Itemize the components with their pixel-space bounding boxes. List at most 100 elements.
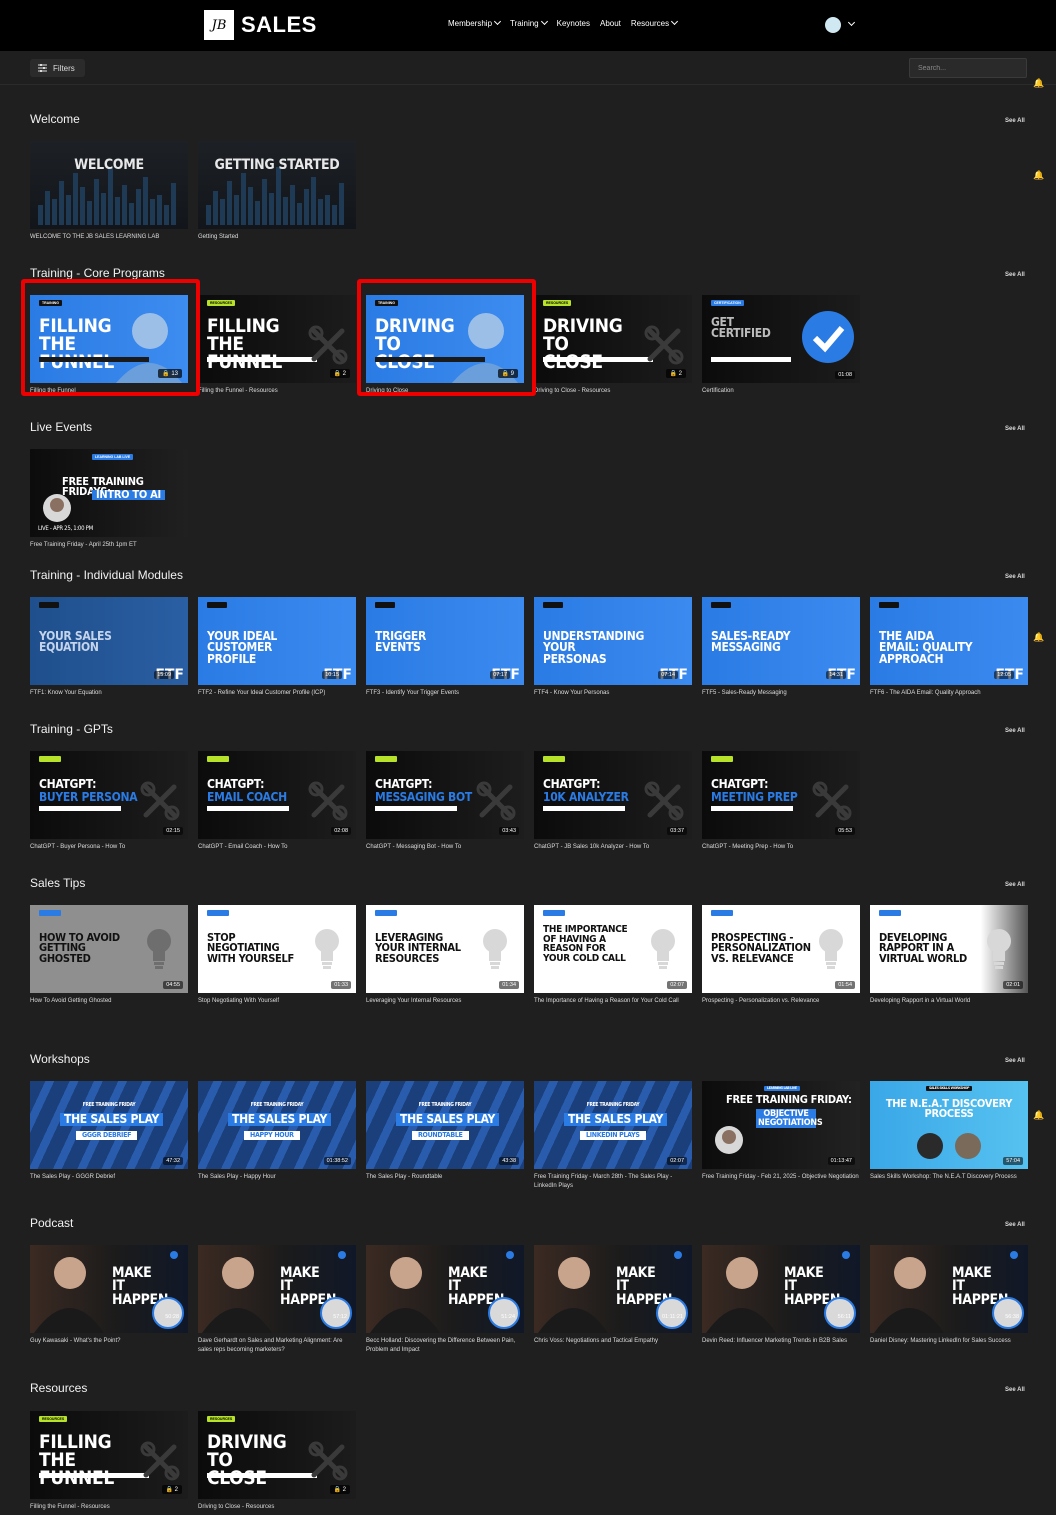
bell-icon[interactable]: 🔔 (1033, 632, 1044, 642)
card-thumbnail[interactable]: FREE TRAINING FRIDAY THE SALES PLAY ROUNDT… (366, 1081, 524, 1169)
card-thumbnail[interactable]: LEARNING LAB LIVE FREE TRAINING FRIDAY: OB… (702, 1081, 860, 1169)
card-thumbnail[interactable]: CERTIFICATION GET CERTIFIED 01:08 (702, 295, 860, 383)
card-thumbnail[interactable]: MAKE IT HAPPEN 01:11:21 (534, 1245, 692, 1333)
card-thumbnail[interactable]: TRIGGER EVENTSFTF07:17 (366, 597, 524, 685)
card-thumbnail[interactable]: WELCOME (30, 141, 188, 229)
content-card[interactable]: YOUR IDEAL CUSTOMER PROFILEFTF10:15 FTF2 … (198, 597, 356, 698)
content-card[interactable]: FREE TRAINING FRIDAY THE SALES PLAY ROUNDT… (366, 1081, 524, 1182)
see-all-link[interactable]: See All (1005, 272, 1025, 278)
card-thumbnail[interactable]: STOP NEGOTIATING WITH YOURSELF 01:33 (198, 905, 356, 993)
card-thumbnail[interactable]: HOW TO AVOID GETTING GHOSTED 04:55 (30, 905, 188, 993)
card-thumbnail[interactable]: RESOURCES DRIVING TO CLOSE 🔒 2 (198, 1411, 356, 1499)
card-thumbnail[interactable]: YOUR SALES EQUATIONFTF15:09 (30, 597, 188, 685)
card-thumbnail[interactable]: PROSPECTING - PERSONALIZATION VS. RELEVA… (702, 905, 860, 993)
bell-icon[interactable]: 🔔 (1033, 78, 1044, 88)
see-all-link[interactable]: See All (1005, 728, 1025, 734)
card-thumbnail[interactable]: THE AIDA EMAIL: QUALITY APPROACHFTF12:05 (870, 597, 1028, 685)
content-card[interactable]: TRIGGER EVENTSFTF07:17 FTF3 - Identify Yo… (366, 597, 524, 698)
card-thumbnail[interactable]: MAKE IT HAPPEN 56:11 (702, 1245, 860, 1333)
content-card[interactable]: MAKE IT HAPPEN 56:11 Devin Reed: Influence… (702, 1245, 860, 1346)
card-thumbnail[interactable]: FREE TRAINING FRIDAY THE SALES PLAY HAPPY … (198, 1081, 356, 1169)
content-card[interactable]: WELCOME WELCOME TO THE JB SALES LEARNING … (30, 141, 188, 242)
content-card[interactable]: RESOURCES FILLING THE FUNNEL 🔒 2 Filling th… (198, 295, 356, 396)
nav-item-resources[interactable]: Resources (631, 17, 679, 28)
content-card[interactable]: STOP NEGOTIATING WITH YOURSELF 01:33 Stop … (198, 905, 356, 1006)
card-thumbnail[interactable]: MAKE IT HAPPEN 50:28 (30, 1245, 188, 1333)
card-thumbnail[interactable]: LEVERAGING YOUR INTERNAL RESOURCES 01:34 (366, 905, 524, 993)
content-card[interactable]: CHATGPT: EMAIL COACH 02:08 ChatGPT - Email … (198, 751, 356, 852)
content-card[interactable]: LEARNING LAB LIVE FREE TRAINING FRIDAY: OB… (702, 1081, 860, 1182)
content-card[interactable]: MAKE IT HAPPEN 01:11:21 Chris Voss: Negoti… (534, 1245, 692, 1346)
content-card[interactable]: CHATGPT: 10K ANALYZER 03:37 ChatGPT - JB Sa… (534, 751, 692, 852)
content-card[interactable]: THE AIDA EMAIL: QUALITY APPROACHFTF12:05… (870, 597, 1028, 698)
content-card[interactable]: SALES SKILLS WORKSHOP THE N.E.A.T DISCOVE… (870, 1081, 1028, 1182)
nav-item-membership[interactable]: Membership (448, 17, 502, 28)
card-thumbnail[interactable]: RESOURCES DRIVING TO CLOSE 🔒 2 (534, 295, 692, 383)
card-thumbnail[interactable]: RESOURCES FILLING THE FUNNEL 🔒 2 (198, 295, 356, 383)
card-thumbnail[interactable]: SALES-READY MESSAGINGFTF14:31 (702, 597, 860, 685)
user-avatar[interactable] (825, 17, 841, 33)
content-card[interactable]: LEVERAGING YOUR INTERNAL RESOURCES 01:34 L… (366, 905, 524, 1006)
content-card[interactable]: MAKE IT HAPPEN 51:24 Becc Holland: Discove… (366, 1245, 524, 1354)
card-thumbnail[interactable]: CHATGPT: BUYER PERSONA 02:15 (30, 751, 188, 839)
search-input[interactable] (909, 58, 1027, 78)
account-menu-chevron-icon[interactable] (847, 18, 856, 27)
card-thumbnail[interactable]: MAKE IT HAPPEN 56:38 (870, 1245, 1028, 1333)
filters-button[interactable]: Filters (30, 59, 85, 77)
content-card[interactable]: RESOURCES DRIVING TO CLOSE 🔒 2 Driving to C… (534, 295, 692, 396)
content-card[interactable]: CHATGPT: BUYER PERSONA 02:15 ChatGPT - Buye… (30, 751, 188, 852)
card-thumbnail[interactable]: RESOURCES FILLING THE FUNNEL 🔒 2 (30, 1411, 188, 1499)
content-card[interactable]: LEARNING LAB LIVE FREE TRAINING FRIDAYS: I… (30, 449, 188, 550)
content-card[interactable]: PROSPECTING - PERSONALIZATION VS. RELEVA… (702, 905, 860, 1006)
card-thumbnail[interactable]: DEVELOPING RAPPORT IN A VIRTUAL WORLD 02:… (870, 905, 1028, 993)
card-thumbnail[interactable]: CHATGPT: EMAIL COACH 02:08 (198, 751, 356, 839)
see-all-link[interactable]: See All (1005, 882, 1025, 888)
content-card[interactable]: CHATGPT: MESSAGING BOT 03:43 ChatGPT - Mess… (366, 751, 524, 852)
card-thumbnail[interactable]: THE IMPORTANCE OF HAVING A REASON FOR YO… (534, 905, 692, 993)
content-card[interactable]: FREE TRAINING FRIDAY THE SALES PLAY GGGR D… (30, 1081, 188, 1182)
content-card[interactable]: MAKE IT HAPPEN 56:38 Daniel Disney: Master… (870, 1245, 1028, 1346)
nav-item-about[interactable]: About (600, 19, 621, 28)
nav-item-training[interactable]: Training (510, 17, 548, 28)
card-thumbnail[interactable]: LEARNING LAB LIVE FREE TRAINING FRIDAYS: I… (30, 449, 188, 537)
card-thumbnail[interactable]: MAKE IT HAPPEN 51:24 (366, 1245, 524, 1333)
content-card[interactable]: MAKE IT HAPPEN 57:12 Dave Gerhardt on Sale… (198, 1245, 356, 1354)
card-thumbnail[interactable]: CHATGPT: 10K ANALYZER 03:37 (534, 751, 692, 839)
bell-icon[interactable]: 🔔 (1033, 170, 1044, 180)
content-card[interactable]: THE IMPORTANCE OF HAVING A REASON FOR YO… (534, 905, 692, 1006)
bell-icon[interactable]: 🔔 (1033, 1110, 1044, 1120)
content-card[interactable]: UNDERSTANDING YOUR PERSONASFTF07:14 FTF4 … (534, 597, 692, 698)
see-all-link[interactable]: See All (1005, 426, 1025, 432)
content-card[interactable]: HOW TO AVOID GETTING GHOSTED 04:55 How To … (30, 905, 188, 1006)
content-card[interactable]: RESOURCES DRIVING TO CLOSE 🔒 2 Driving to C… (198, 1411, 356, 1512)
card-thumbnail[interactable]: CHATGPT: MESSAGING BOT 03:43 (366, 751, 524, 839)
content-card[interactable]: MAKE IT HAPPEN 50:28 Guy Kawasaki - What's… (30, 1245, 188, 1346)
see-all-link[interactable]: See All (1005, 574, 1025, 580)
content-card[interactable]: DEVELOPING RAPPORT IN A VIRTUAL WORLD 02:… (870, 905, 1028, 1006)
card-thumbnail[interactable]: UNDERSTANDING YOUR PERSONASFTF07:14 (534, 597, 692, 685)
content-card[interactable]: GETTING STARTED Getting Started (198, 141, 356, 242)
see-all-link[interactable]: See All (1005, 1387, 1025, 1393)
content-card[interactable]: RESOURCES FILLING THE FUNNEL 🔒 2 Filling th… (30, 1411, 188, 1512)
see-all-link[interactable]: See All (1005, 118, 1025, 124)
card-thumbnail[interactable]: MAKE IT HAPPEN 57:12 (198, 1245, 356, 1333)
nav-item-keynotes[interactable]: Keynotes (557, 19, 590, 28)
event-date: LIVE - APR 25, 1:00 PM (38, 525, 93, 532)
site-logo[interactable]: JB SALES (204, 10, 317, 40)
see-all-link[interactable]: See All (1005, 1058, 1025, 1064)
content-card[interactable]: SALES-READY MESSAGINGFTF14:31 FTF5 - Sale… (702, 597, 860, 698)
content-card[interactable]: CHATGPT: MEETING PREP 05:53 ChatGPT - Meeti… (702, 751, 860, 852)
see-all-link[interactable]: See All (1005, 1222, 1025, 1228)
content-card[interactable]: FREE TRAINING FRIDAY THE SALES PLAY HAPPY … (198, 1081, 356, 1182)
card-thumbnail[interactable]: FREE TRAINING FRIDAY THE SALES PLAY GGGR D… (30, 1081, 188, 1169)
card-thumbnail[interactable]: SALES SKILLS WORKSHOP THE N.E.A.T DISCOVE… (870, 1081, 1028, 1169)
content-card[interactable]: FREE TRAINING FRIDAY THE SALES PLAY Linked… (534, 1081, 692, 1190)
microphone-icon (1010, 1251, 1018, 1259)
card-thumbnail[interactable]: FREE TRAINING FRIDAY THE SALES PLAY Linked… (534, 1081, 692, 1169)
card-thumbnail[interactable]: GETTING STARTED (198, 141, 356, 229)
content-card[interactable]: YOUR SALES EQUATIONFTF15:09 FTF1: Know Yo… (30, 597, 188, 698)
card-caption: ChatGPT - Messaging Bot - How To (366, 844, 462, 850)
card-thumbnail[interactable]: CHATGPT: MEETING PREP 05:53 (702, 751, 860, 839)
content-card[interactable]: CERTIFICATION GET CERTIFIED 01:08 Certifica… (702, 295, 860, 396)
card-thumbnail[interactable]: YOUR IDEAL CUSTOMER PROFILEFTF10:15 (198, 597, 356, 685)
